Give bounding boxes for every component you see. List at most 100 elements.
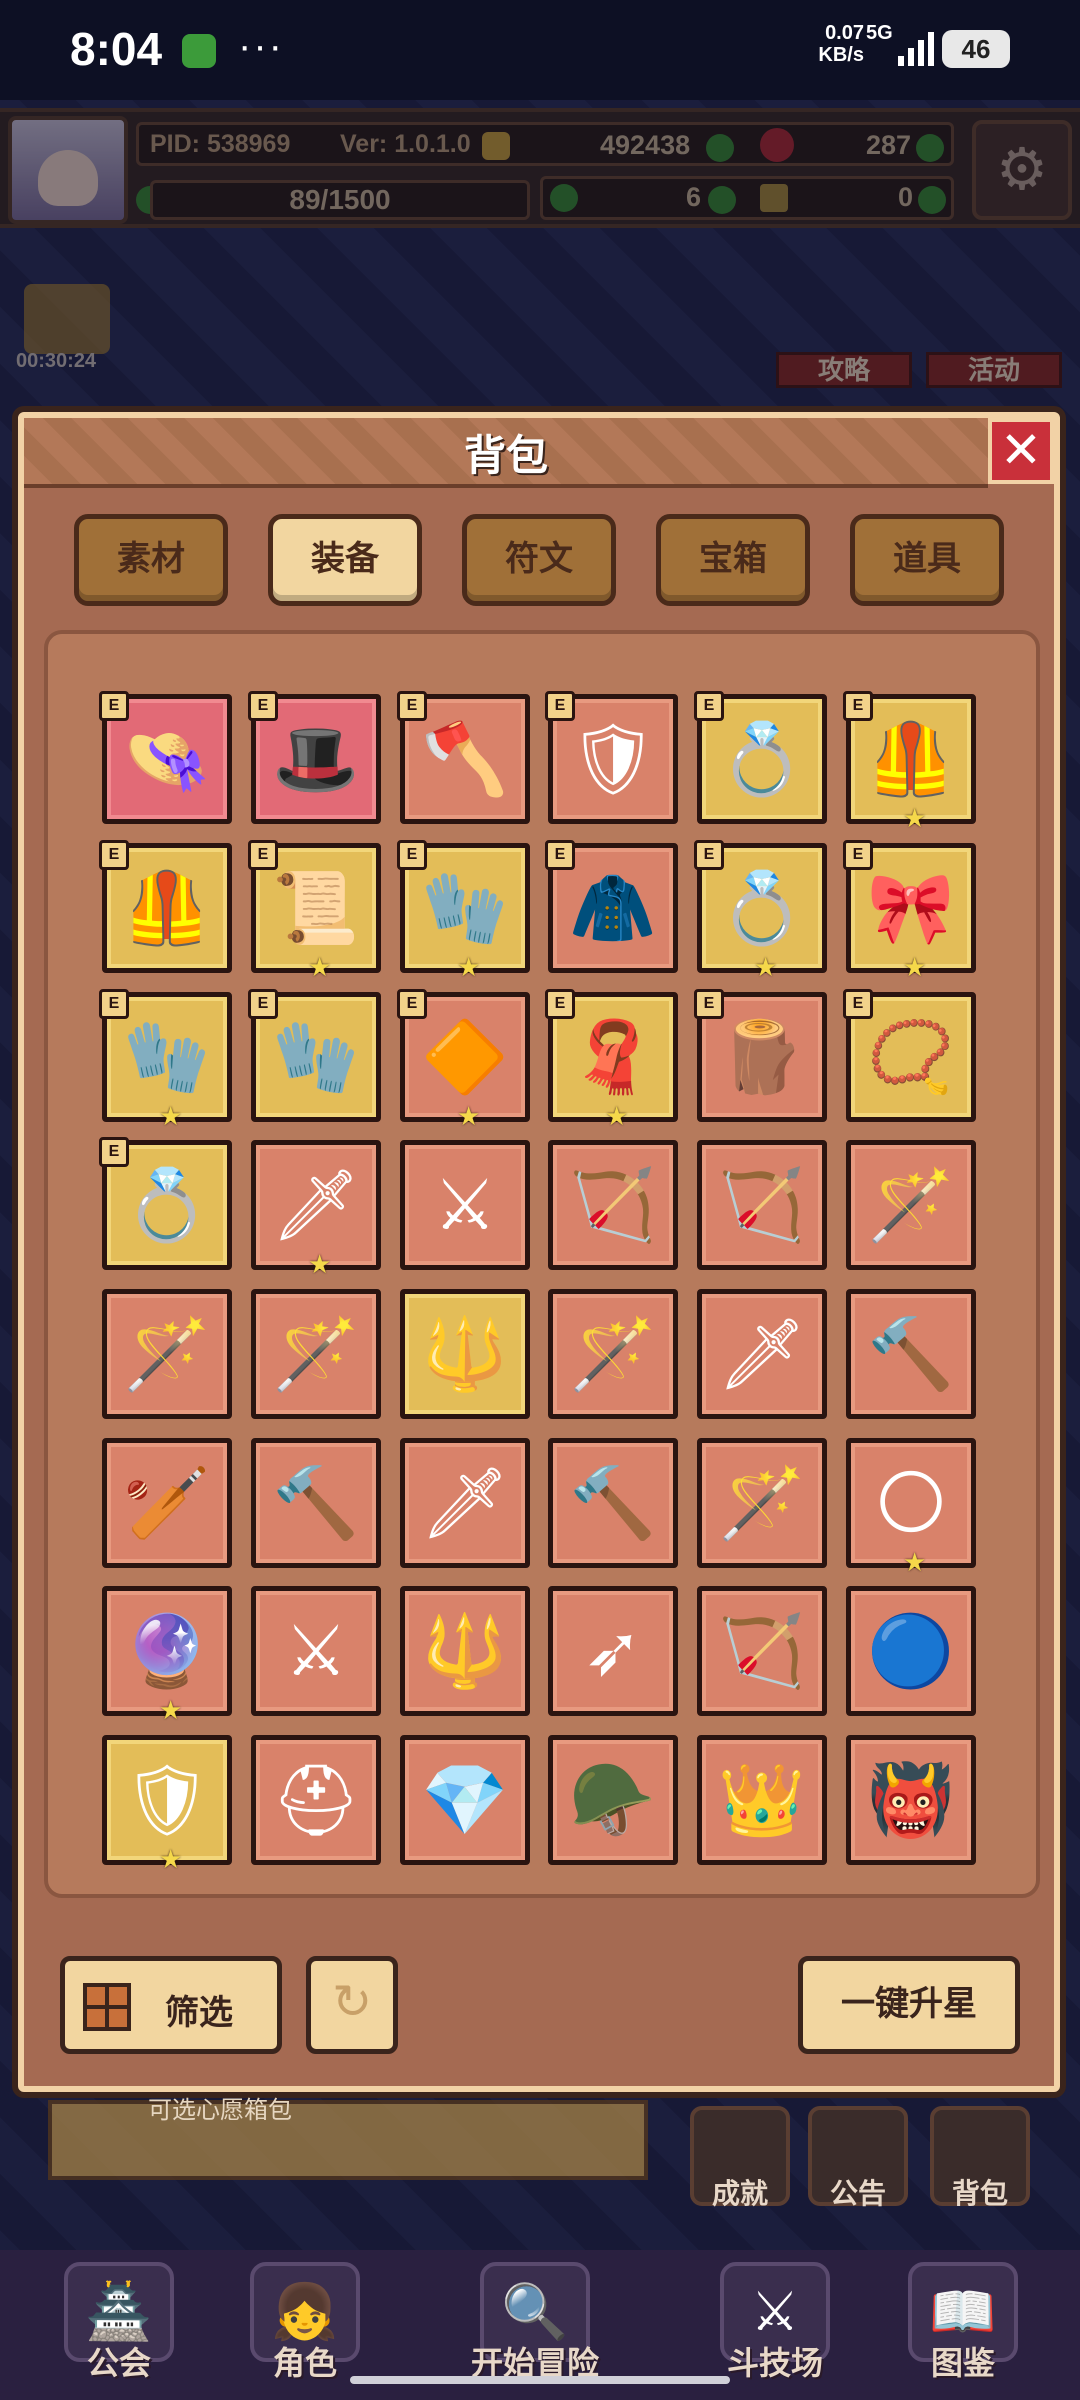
item-slot[interactable]: 🧤 E ★ [397, 840, 530, 982]
item-slot[interactable]: 📿 E [843, 989, 976, 1122]
item-slot[interactable]: 🪵 E [694, 989, 827, 1122]
equipped-badge: E [99, 1137, 129, 1167]
item-slot[interactable]: ⚔ [251, 1586, 381, 1716]
item-slot[interactable]: 🏏 [102, 1438, 232, 1568]
item-slot[interactable]: 🔨 [548, 1438, 678, 1568]
tab-1[interactable]: 素材 [74, 514, 228, 606]
star-icon: ★ [457, 1101, 481, 1131]
item-slot[interactable]: 💍 E ★ [694, 840, 827, 982]
battery-icon: 46 [942, 30, 1010, 68]
item-slot[interactable]: 🌕 ★ [846, 1438, 976, 1577]
upgrade-all-stars-button[interactable]: 一键升星 [798, 1956, 1020, 2054]
item-slot[interactable]: 🪄 [102, 1289, 232, 1419]
nav-item-4[interactable]: ⚔ 斗技场 [700, 2262, 850, 2392]
equipped-badge: E [397, 691, 427, 721]
nav-item-1[interactable]: 🏯 公会 [44, 2262, 194, 2392]
item-slot[interactable]: 🦺 E [99, 840, 232, 973]
close-button[interactable]: ✕ [988, 418, 1054, 484]
leather-armor-icon: 🦺 [123, 869, 211, 947]
star-icon: ★ [159, 1101, 183, 1131]
nav-item-2[interactable]: 👧 角色 [230, 2262, 380, 2392]
gold-ring-icon: 💍 [718, 720, 806, 798]
item-slot[interactable]: 💍 E [99, 1137, 232, 1270]
item-slot[interactable]: 🎀 E ★ [843, 840, 976, 982]
gold-cloak-icon: 🧣 [569, 1018, 657, 1096]
red-gauntlet-icon: 🧤 [421, 869, 509, 947]
tab-3[interactable]: 符文 [462, 514, 616, 606]
tab-5[interactable]: 道具 [850, 514, 1004, 606]
item-slot[interactable]: 🏹 [697, 1586, 827, 1716]
item-slot[interactable]: 🔶 E ★ [397, 989, 530, 1131]
gold-crown-icon: 👑 [718, 1761, 806, 1839]
item-slot[interactable]: 🧤 E [248, 989, 381, 1122]
item-slot[interactable]: 🎩 E [248, 691, 381, 824]
crystal-helm-icon: 💎 [421, 1761, 509, 1839]
item-slot[interactable]: ⚔ [400, 1140, 530, 1270]
nav-item-5[interactable]: 📖 图鉴 [888, 2262, 1038, 2392]
item-slot[interactable]: 🔵 [846, 1586, 976, 1716]
item-slot[interactable]: ⛑ [251, 1735, 381, 1865]
filter-button[interactable]: 筛选 [60, 1956, 282, 2054]
item-slot[interactable]: 🔱 [400, 1586, 530, 1716]
news-banner[interactable] [48, 2100, 648, 2180]
crystal-mace-icon: 🔨 [272, 1464, 360, 1542]
item-slot[interactable]: 🧣 E ★ [545, 989, 678, 1131]
item-slot[interactable]: 🔨 [251, 1438, 381, 1568]
gold-mace-icon: 🔨 [867, 1315, 955, 1393]
item-slot[interactable]: 👒 E [99, 691, 232, 824]
item-slot[interactable]: 🪄 [548, 1289, 678, 1419]
refresh-button[interactable]: ↻ [306, 1956, 398, 2054]
wooden-shield-icon: 🪵 [718, 1018, 806, 1096]
nav-label: 图鉴 [930, 2345, 995, 2381]
gem-ring-icon: 💍 [718, 869, 806, 947]
item-slot[interactable]: 🪄 [697, 1438, 827, 1568]
tab-4[interactable]: 宝箱 [656, 514, 810, 606]
home-indicator[interactable] [350, 2376, 730, 2384]
demon-helmet-icon: 👹 [867, 1761, 955, 1839]
item-slot[interactable]: ➶ [548, 1586, 678, 1716]
item-slot[interactable]: 🗡 [697, 1289, 827, 1419]
bag-label: 背包 [951, 2178, 1008, 2209]
moon-orb-icon: 🌕 [874, 1464, 948, 1542]
spiked-mace-icon: 🔨 [569, 1464, 657, 1542]
item-slot[interactable]: 🗡 ★ [251, 1140, 381, 1279]
item-slot[interactable]: 🛡 ★ [102, 1735, 232, 1874]
speed-unit: KB/s [818, 44, 864, 66]
item-slot[interactable]: 💎 [400, 1735, 530, 1865]
item-slot[interactable]: 🗡 [400, 1438, 530, 1568]
item-slot[interactable]: 🏹 [697, 1140, 827, 1270]
item-slot[interactable]: 🪖 [548, 1735, 678, 1865]
equipped-badge: E [99, 989, 129, 1019]
ornate-shield-icon: 🛡 [122, 1761, 212, 1839]
item-slot[interactable]: 👹 [846, 1735, 976, 1865]
gold-spear-icon: 🔱 [421, 1315, 509, 1393]
item-slot[interactable]: 🔨 [846, 1289, 976, 1419]
item-slot[interactable]: 🧥 E [545, 840, 678, 973]
item-slot[interactable]: 🏹 [548, 1140, 678, 1270]
item-slot[interactable]: 🛡 E [545, 691, 678, 824]
green-gloves-icon: 🧤 [272, 1018, 360, 1096]
axe-icon: 🪓 [421, 720, 509, 798]
signal-icon [898, 32, 934, 66]
crossbow-icon: 🏹 [718, 1166, 806, 1244]
item-slot[interactable]: 🧤 E ★ [99, 989, 232, 1131]
item-slot[interactable]: 🔮 ★ [102, 1586, 232, 1725]
wooden-staff-icon: 🪄 [123, 1315, 211, 1393]
scroll-icon: 📜 [272, 869, 360, 947]
equipped-badge: E [248, 989, 278, 1019]
item-slot[interactable]: 🪓 E [397, 691, 530, 824]
nav-item-3[interactable]: 🔍 开始冒险 [460, 2262, 610, 2392]
broad-sword-icon: 🗡 [420, 1464, 510, 1542]
equipped-badge: E [397, 989, 427, 1019]
item-slot[interactable]: 🪄 [846, 1140, 976, 1270]
gold-necklace-icon: 📿 [867, 1018, 955, 1096]
item-slot[interactable]: 🔱 [400, 1289, 530, 1419]
item-slot[interactable]: 💍 E [694, 691, 827, 824]
equipped-badge: E [99, 691, 129, 721]
tab-2[interactable]: 装备 [268, 514, 422, 606]
item-slot[interactable]: 🦺 E ★ [843, 691, 976, 833]
item-slot[interactable]: 👑 [697, 1735, 827, 1865]
fire-amulet-icon: 🔶 [421, 1018, 509, 1096]
item-slot[interactable]: 📜 E ★ [248, 840, 381, 982]
item-slot[interactable]: 🪄 [251, 1289, 381, 1419]
